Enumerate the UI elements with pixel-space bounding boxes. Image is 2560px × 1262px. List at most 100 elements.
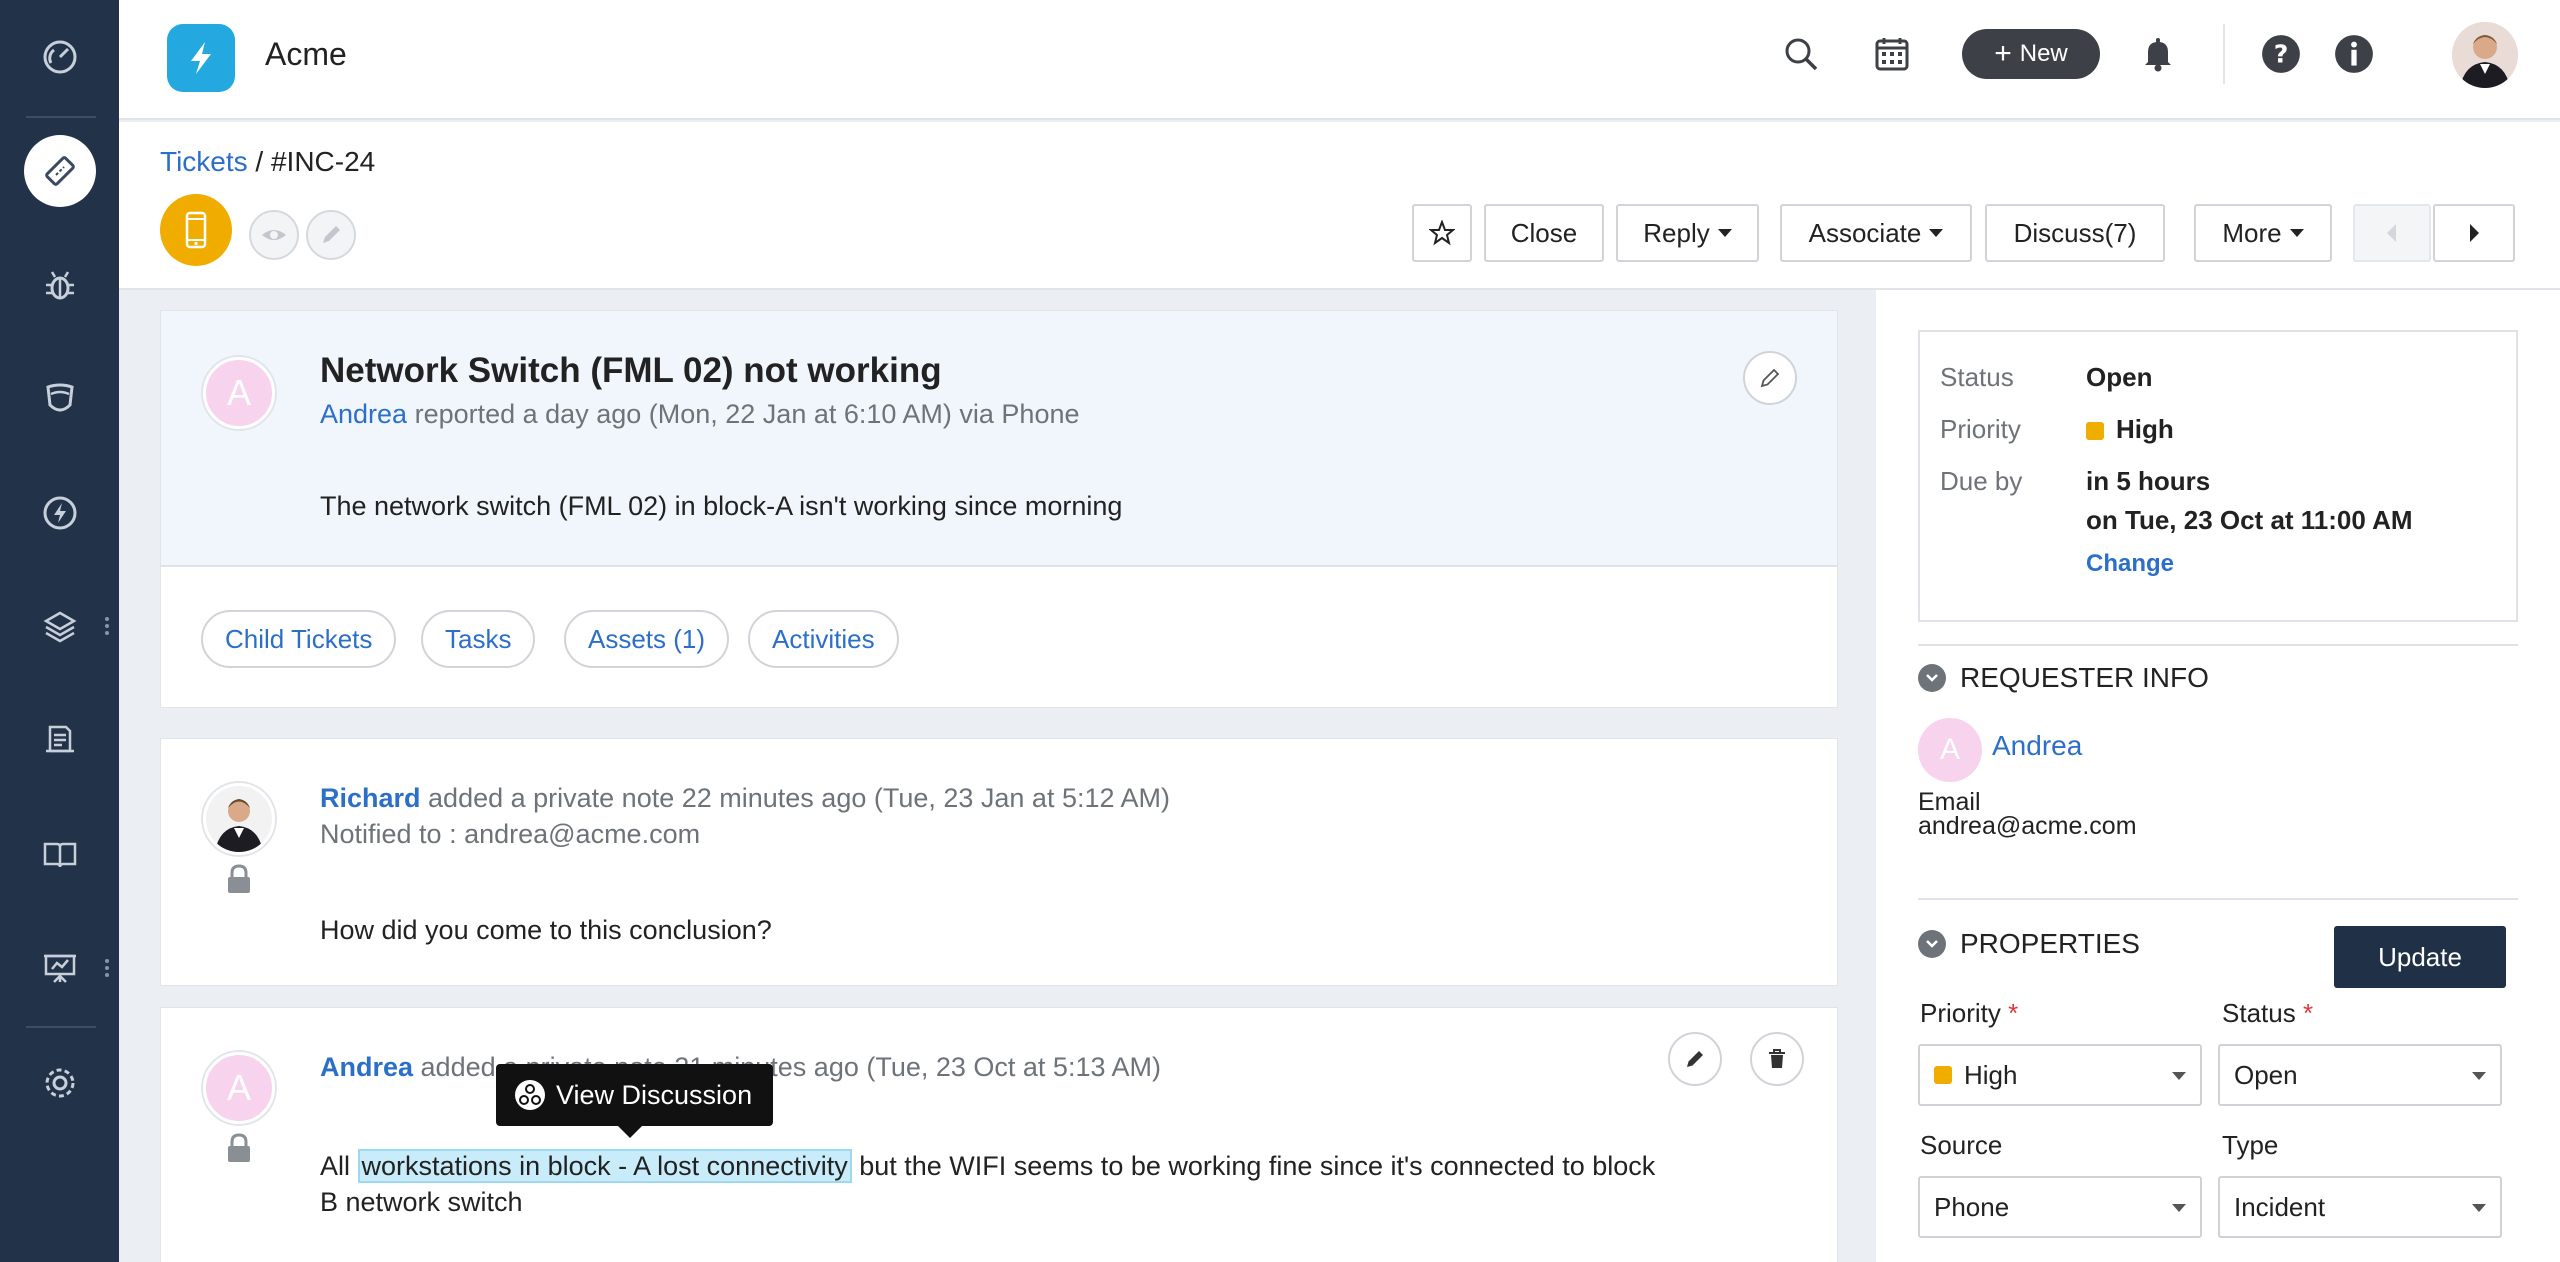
reply-button[interactable]: Reply [1616, 204, 1759, 262]
note-author-link[interactable]: Richard [320, 783, 421, 813]
nav-assets-more-icon[interactable] [105, 614, 111, 638]
presentation-chart-icon [43, 954, 76, 983]
type-select[interactable]: Incident [2218, 1176, 2502, 1238]
note-body-line2: B network switch [320, 1187, 523, 1217]
header-divider [2223, 24, 2225, 84]
type-select-value: Incident [2234, 1191, 2326, 1222]
chevron-down-icon [2289, 229, 2304, 237]
viewers-button[interactable] [249, 210, 299, 260]
more-label: More [2222, 217, 2282, 248]
nav-changes[interactable] [0, 354, 119, 444]
editors-button[interactable] [306, 210, 356, 260]
breadcrumb-current: #INC-24 [270, 146, 376, 177]
status-field-label-text: Status [2222, 998, 2296, 1028]
edit-ticket-button[interactable] [1743, 351, 1797, 405]
notifications-button[interactable] [2136, 32, 2180, 76]
help-button[interactable]: ? [2259, 32, 2303, 76]
change-due-link[interactable]: Change [2086, 550, 2174, 578]
lightning-logo-icon [191, 42, 211, 74]
richard-avatar [203, 783, 275, 855]
discuss-button[interactable]: Discuss(7) [1985, 204, 2165, 262]
conversation-note: Richard added a private note 22 minutes … [160, 738, 1838, 986]
edit-note-button[interactable] [1668, 1032, 1722, 1086]
status-select[interactable]: Open [2218, 1044, 2502, 1106]
nav-reports-more-icon[interactable] [105, 956, 111, 980]
info-circle-icon [2335, 35, 2373, 73]
nav-tickets[interactable] [0, 126, 119, 216]
left-navigation-rail [0, 0, 119, 1262]
email-value: andrea@acme.com [1918, 812, 2137, 840]
star-button[interactable] [1412, 204, 1472, 262]
tab-activities[interactable]: Activities [748, 610, 899, 668]
priority-swatch [1934, 1066, 1952, 1084]
due-relative: in 5 hours [2086, 466, 2211, 496]
nav-contracts[interactable] [0, 696, 119, 786]
ticket-source-badge [160, 194, 232, 266]
nav-problems[interactable] [0, 240, 119, 330]
ticket-meta: Andrea reported a day ago (Mon, 22 Jan a… [320, 399, 1080, 430]
trash-icon [1769, 1049, 1785, 1068]
breadcrumb-tickets-link[interactable]: Tickets [160, 146, 248, 177]
calendar-button[interactable] [1870, 32, 1914, 76]
info-button[interactable] [2332, 32, 2376, 76]
more-button[interactable]: More [2194, 204, 2332, 262]
reply-label: Reply [1643, 217, 1710, 248]
ticket-details-card: A Network Switch (FML 02) not working An… [160, 310, 1838, 708]
nav-releases[interactable] [0, 468, 119, 558]
view-discussion-tooltip[interactable]: View Discussion [496, 1064, 773, 1138]
tab-assets[interactable]: Assets (1) [564, 610, 730, 668]
book-icon [43, 842, 76, 868]
tab-tasks[interactable]: Tasks [421, 610, 536, 668]
requester-name-link[interactable]: Andrea [1992, 730, 2082, 762]
discussion-icon [515, 1080, 545, 1110]
chevron-left-icon [2387, 224, 2396, 242]
nav-admin[interactable] [0, 1038, 119, 1128]
properties-header[interactable]: PROPERTIES [1918, 928, 2140, 960]
highlighted-discussion-text[interactable]: workstations in block - A lost connectiv… [357, 1149, 852, 1183]
source-field-label: Source [1920, 1130, 2003, 1160]
close-label: Close [1510, 217, 1578, 248]
new-button-label: New [2019, 40, 2068, 67]
close-ticket-button[interactable]: Close [1484, 204, 1604, 262]
nav-assets[interactable] [0, 582, 119, 672]
ticket-summary-box: Status Open Priority High Due by in 5 ho… [1918, 330, 2518, 622]
tab-child-tickets[interactable]: Child Tickets [201, 610, 397, 668]
note-author-link[interactable]: Andrea [320, 1052, 413, 1082]
app-logo[interactable] [167, 24, 235, 92]
lock-icon [228, 1133, 250, 1162]
associate-button[interactable]: Associate [1780, 204, 1972, 262]
note-meta-text: added a private note 22 minutes ago (Tue… [420, 783, 1171, 813]
delete-note-button[interactable] [1750, 1032, 1804, 1086]
status-label: Status [1940, 362, 2014, 392]
brand-name: Acme [265, 36, 347, 72]
status-select-value: Open [2234, 1059, 2298, 1090]
svg-text:?: ? [2274, 39, 2289, 68]
section-divider [1918, 898, 2518, 900]
bug-icon [45, 271, 74, 300]
nav-dashboard[interactable] [0, 12, 119, 102]
nav-reports[interactable] [0, 924, 119, 1014]
nav-solutions[interactable] [0, 810, 119, 900]
properties-title: PROPERTIES [1960, 928, 2140, 959]
pencil-icon [323, 226, 340, 243]
new-button[interactable]: + New [1962, 29, 2100, 79]
bell-icon [2145, 38, 2171, 72]
requester-info-header[interactable]: REQUESTER INFO [1918, 662, 2209, 694]
next-ticket-button[interactable] [2433, 204, 2515, 262]
reporter-link[interactable]: Andrea [320, 399, 407, 429]
search-button[interactable] [1779, 32, 1823, 76]
associate-label: Associate [1808, 217, 1922, 248]
user-avatar[interactable] [2452, 22, 2518, 88]
note-body-post: but the WIFI seems to be working fine si… [851, 1151, 1656, 1181]
priority-swatch [2086, 422, 2104, 440]
previous-ticket-button[interactable] [2353, 204, 2431, 262]
ticket-title: Network Switch (FML 02) not working [320, 351, 942, 390]
source-select[interactable]: Phone [1918, 1176, 2202, 1238]
shield-icon [45, 383, 74, 412]
priority-value: High [2086, 414, 2174, 445]
required-mark: * [2302, 998, 2314, 1028]
status-field-label: Status * [2222, 998, 2313, 1029]
update-button[interactable]: Update [2334, 926, 2506, 988]
breadcrumb-separator: / [247, 146, 271, 177]
priority-select[interactable]: High [1918, 1044, 2202, 1106]
